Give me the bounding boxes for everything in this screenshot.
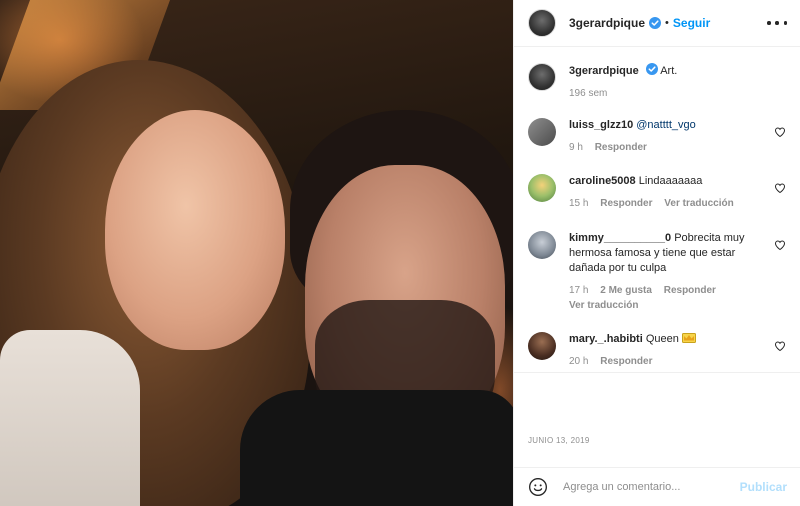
comment-item: kimmy__________0 Pobrecita muy hermosa f… <box>528 231 790 313</box>
likes-count[interactable]: 2 Me gusta <box>600 285 652 296</box>
comment-username[interactable]: luiss_glzz10 <box>569 119 633 131</box>
comment-username[interactable]: caroline5008 <box>569 175 636 187</box>
verified-badge-icon <box>649 17 662 29</box>
comment-username[interactable]: mary._.habibti <box>569 333 643 345</box>
comment-text: Queen <box>645 333 679 345</box>
reply-button[interactable]: Responder <box>664 285 716 296</box>
see-translation-button[interactable]: Ver traducción <box>569 300 638 311</box>
side-panel: 3gerardpique • Seguir 3gerardpique Art. … <box>513 0 800 506</box>
post-photo[interactable] <box>0 0 513 506</box>
comment-time[interactable]: 17 h <box>569 285 588 296</box>
commenter-avatar[interactable] <box>528 231 556 259</box>
photo-man-jacket <box>240 390 513 506</box>
section-divider <box>514 372 800 373</box>
emoji-icon[interactable] <box>528 477 548 497</box>
comment-username[interactable]: kimmy__________0 <box>569 232 671 244</box>
post-comment-button[interactable]: Publicar <box>740 480 787 494</box>
post-date[interactable]: JUNIO 13, 2019 <box>528 436 590 445</box>
commenter-avatar[interactable] <box>528 118 556 146</box>
comment-time[interactable]: 20 h <box>569 356 588 367</box>
comment-time[interactable]: 15 h <box>569 198 588 209</box>
like-heart-icon[interactable] <box>774 126 786 138</box>
reply-button[interactable]: Responder <box>595 142 647 153</box>
author-username[interactable]: 3gerardpique <box>569 16 645 30</box>
caption-text: Art. <box>660 65 678 77</box>
header-separator: • <box>665 17 669 29</box>
caption-avatar[interactable] <box>528 63 556 91</box>
comment-composer: Publicar <box>514 467 800 506</box>
comment-body: kimmy__________0 Pobrecita muy hermosa f… <box>569 231 769 313</box>
like-heart-icon[interactable] <box>774 239 786 251</box>
more-options-icon[interactable] <box>767 16 787 30</box>
comment-mention[interactable]: @natttt_vgo <box>636 119 695 131</box>
comment-body: luiss_glzz10 @natttt_vgo 9 h Responder <box>569 118 769 155</box>
reply-button[interactable]: Responder <box>600 356 652 367</box>
caption-time[interactable]: 196 sem <box>569 88 607 99</box>
author-avatar[interactable] <box>528 9 556 37</box>
comment-body: caroline5008 Lindaaaaaaa 15 h Responder … <box>569 174 769 211</box>
follow-button[interactable]: Seguir <box>673 16 710 30</box>
like-heart-icon[interactable] <box>774 182 786 194</box>
comment-time[interactable]: 9 h <box>569 142 583 153</box>
comment-body: mary._.habibti Queen 20 h Responder <box>569 332 769 369</box>
like-heart-icon[interactable] <box>774 340 786 352</box>
commenter-avatar[interactable] <box>528 174 556 202</box>
comment-item: caroline5008 Lindaaaaaaa 15 h Responder … <box>528 174 790 211</box>
see-translation-button[interactable]: Ver traducción <box>664 198 733 209</box>
comment-input[interactable] <box>563 481 733 493</box>
comments-list[interactable]: 3gerardpique Art. 196 sem luiss_glzz10 @… <box>514 48 800 370</box>
comment-item: mary._.habibti Queen 20 h Responder <box>528 332 790 369</box>
photo-woman-face <box>105 110 285 350</box>
caption-username[interactable]: 3gerardpique <box>569 65 639 77</box>
reply-button[interactable]: Responder <box>600 198 652 209</box>
comment-item: luiss_glzz10 @natttt_vgo 9 h Responder <box>528 118 790 155</box>
verified-badge-icon <box>645 63 658 75</box>
crown-icon <box>681 333 696 343</box>
caption-body: 3gerardpique Art. 196 sem <box>569 63 769 101</box>
post-header: 3gerardpique • Seguir <box>514 0 800 47</box>
comment-text: Lindaaaaaaa <box>638 175 703 187</box>
caption-row: 3gerardpique Art. 196 sem <box>528 63 790 101</box>
post-view: 3gerardpique • Seguir 3gerardpique Art. … <box>0 0 800 506</box>
commenter-avatar[interactable] <box>528 332 556 360</box>
photo-woman-shirt <box>0 330 140 506</box>
